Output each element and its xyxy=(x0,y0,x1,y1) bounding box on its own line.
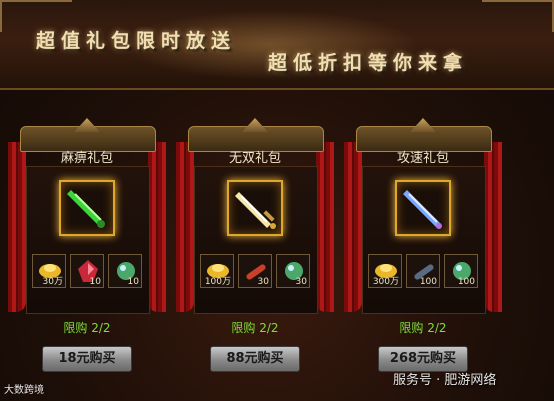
purchase-limit: 限购 2/2 xyxy=(63,321,111,335)
watermark-right: 服务号 · 肥游网络 xyxy=(393,373,497,388)
reward-slot[interactable]: 300万 xyxy=(368,254,402,288)
reward-slot[interactable]: 30 xyxy=(238,254,272,288)
gift-pack-screen: 超值礼包限时放送 超低折扣等你来拿 麻痹礼包 30万 10 10 限购 2/2 … xyxy=(0,0,554,401)
curtain-decoration xyxy=(484,142,502,312)
pack-name: 攻速礼包 xyxy=(396,151,449,166)
curtain-decoration xyxy=(316,142,334,312)
jade-sword-icon xyxy=(67,190,105,228)
main-item-slot[interactable] xyxy=(395,180,451,236)
reward-slot[interactable]: 100万 xyxy=(200,254,234,288)
item-count: 30万 xyxy=(42,277,63,287)
golden-sword-icon xyxy=(235,192,276,229)
reward-slot[interactable]: 30万 xyxy=(32,254,66,288)
main-item-slot[interactable] xyxy=(227,180,283,236)
buy-button[interactable]: 18元购买 xyxy=(42,346,132,372)
gift-pack-card: 无双礼包 100万 30 30 限购 2/2 88元购买 xyxy=(176,118,334,372)
purchase-limit: 限购 2/2 xyxy=(231,321,279,335)
reward-slot[interactable]: 30 xyxy=(276,254,310,288)
reward-slot[interactable]: 10 xyxy=(108,254,142,288)
main-item-slot[interactable] xyxy=(59,180,115,236)
banner-title-line1: 超值礼包限时放送 xyxy=(36,30,237,52)
reward-slot[interactable]: 100 xyxy=(406,254,440,288)
item-count: 30 xyxy=(295,277,307,287)
item-count: 100 xyxy=(457,277,475,287)
banner: 超值礼包限时放送 超低折扣等你来拿 xyxy=(0,0,554,90)
item-count: 10 xyxy=(127,277,139,287)
gift-pack-card: 攻速礼包 300万 100 100 限购 2/2 268元购买 xyxy=(344,118,502,372)
crest-ornament xyxy=(410,118,436,132)
item-count: 30 xyxy=(257,277,269,287)
buy-button[interactable]: 88元购买 xyxy=(210,346,300,372)
item-count: 300万 xyxy=(372,277,399,287)
curtain-decoration xyxy=(8,142,26,312)
pack-name: 无双礼包 xyxy=(228,151,281,166)
pack-name: 麻痹礼包 xyxy=(60,151,113,166)
gift-pack-card: 麻痹礼包 30万 10 10 限购 2/2 18元购买 xyxy=(8,118,166,372)
banner-corner xyxy=(482,0,554,32)
item-count: 10 xyxy=(89,277,101,287)
purchase-limit: 限购 2/2 xyxy=(399,321,447,335)
curtain-decoration xyxy=(176,142,194,312)
curtain-decoration xyxy=(148,142,166,312)
banner-title-line2: 超低折扣等你来拿 xyxy=(268,52,469,74)
blue-sword-icon xyxy=(403,190,442,229)
reward-slot[interactable]: 10 xyxy=(70,254,104,288)
watermark-left: 大数跨境 xyxy=(4,385,44,396)
crest-ornament xyxy=(74,118,100,132)
item-count: 100 xyxy=(419,277,437,287)
crest-ornament xyxy=(242,118,268,132)
reward-slot[interactable]: 100 xyxy=(444,254,478,288)
curtain-decoration xyxy=(344,142,362,312)
item-count: 100万 xyxy=(204,277,231,287)
